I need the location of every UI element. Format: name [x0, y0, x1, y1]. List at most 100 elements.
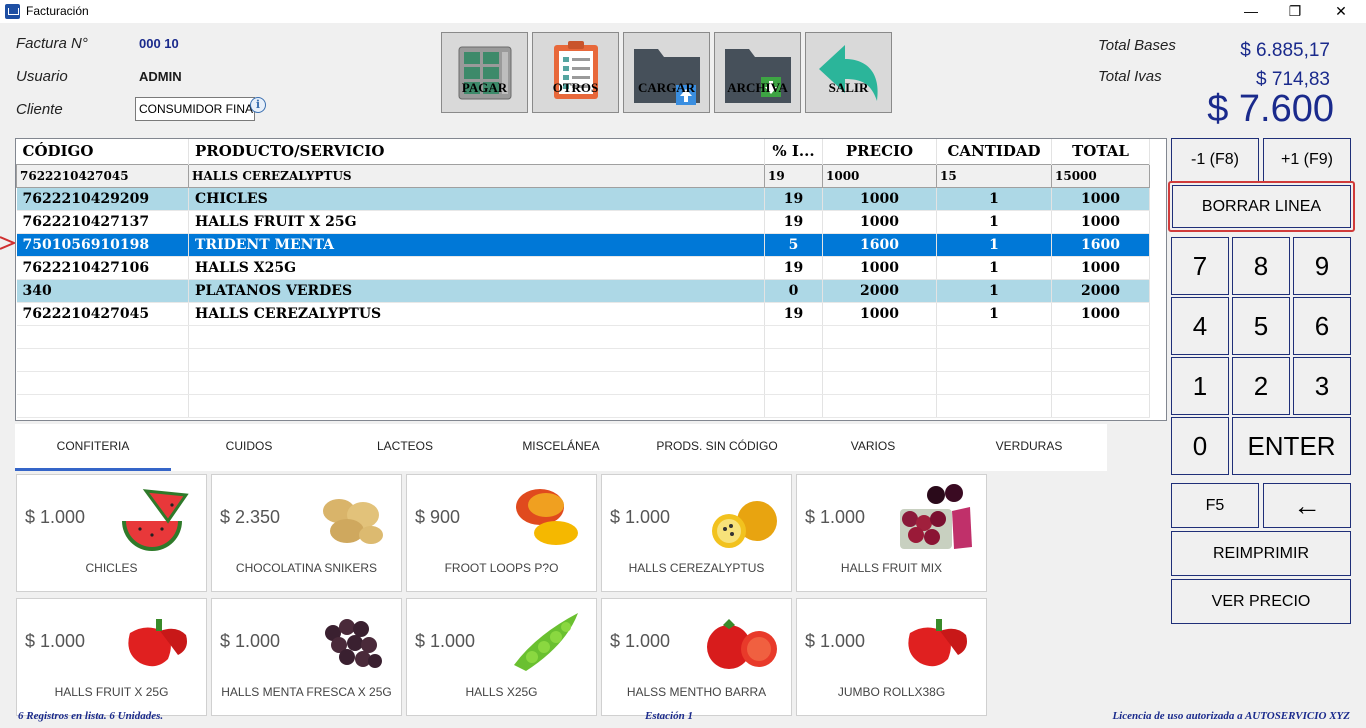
tab-confiteria[interactable]: CONFITERIA: [15, 424, 171, 471]
cell-precio: 1000: [822, 187, 937, 211]
product-name: JUMBO ROLLX38G: [837, 685, 946, 699]
status-license: Licencia de uso autorizada a AUTOSERVICI…: [1112, 710, 1350, 722]
invoice-grid[interactable]: CÓDIGO PRODUCTO/SERVICIO % I... PRECIO C…: [15, 138, 1167, 421]
cell-producto: TRIDENT MENTA: [188, 233, 765, 257]
col-iva[interactable]: % I...: [764, 139, 823, 164]
cargar-button[interactable]: CARGAR: [623, 32, 710, 113]
cell-total: 1000: [1051, 210, 1150, 234]
product-card[interactable]: $ 2.350 CHOCOLATINA SNIKERS: [211, 474, 402, 592]
folder-upload-icon: [634, 49, 700, 105]
tab-sin-codigo[interactable]: PRODS. SIN CÓDIGO: [639, 424, 795, 471]
col-total[interactable]: TOTAL: [1051, 139, 1150, 164]
product-card[interactable]: $ 1.000 HALLS CEREZALYPTUS: [601, 474, 792, 592]
table-row-selected[interactable]: 7501056910198 TRIDENT MENTA 5 1600 1 160…: [16, 233, 1150, 257]
product-card[interactable]: $ 1.000 HALLS MENTA FRESCA X 25G: [211, 598, 402, 716]
key-2[interactable]: 2: [1232, 357, 1290, 415]
salir-label: SALIR: [828, 80, 869, 95]
total-bases-value: $ 6.885,17: [1240, 40, 1330, 61]
tab-miscelanea[interactable]: MISCELÁNEA: [483, 424, 639, 471]
info-icon[interactable]: i: [250, 97, 266, 113]
product-card[interactable]: $ 1.000 HALLS FRUIT X 25G: [16, 598, 207, 716]
cliente-label: Cliente: [16, 101, 63, 118]
grid-edit-row[interactable]: 7622210427045 HALLS CEREZALYPTUS 19 1000…: [16, 163, 1150, 188]
product-price: $ 900: [415, 507, 461, 527]
table-row[interactable]: 7622210427045 HALLS CEREZALYPTUS 19 1000…: [16, 302, 1150, 326]
product-card[interactable]: $ 900 FROOT LOOPS P?O: [406, 474, 597, 592]
edit-producto[interactable]: HALLS CEREZALYPTUS: [188, 163, 765, 188]
product-card[interactable]: $ 1.000 HALSS MENTHO BARRA: [601, 598, 792, 716]
col-precio[interactable]: PRECIO: [822, 139, 937, 164]
key-9[interactable]: 9: [1293, 237, 1351, 295]
cell-iva: 19: [764, 256, 823, 280]
key-1[interactable]: 1: [1171, 357, 1229, 415]
backspace-button[interactable]: ←: [1263, 483, 1351, 528]
table-row[interactable]: 340 PLATANOS VERDES 0 2000 1 2000: [16, 279, 1150, 303]
key-6[interactable]: 6: [1293, 297, 1351, 355]
cell-producto: HALLS CEREZALYPTUS: [188, 302, 765, 326]
usuario-label: Usuario: [16, 68, 68, 85]
status-station: Estación 1: [645, 710, 693, 722]
table-row[interactable]: 7622210429209 CHICLES 19 1000 1 1000: [16, 187, 1150, 211]
restore-button[interactable]: ❐: [1272, 0, 1318, 23]
edit-total[interactable]: 15000: [1051, 163, 1150, 188]
product-name: HALLS FRUIT MIX: [840, 561, 943, 575]
product-card[interactable]: $ 1.000 JUMBO ROLLX38G: [796, 598, 987, 716]
passion-fruit-icon: [712, 501, 777, 548]
cell-producto: HALLS X25G: [188, 256, 765, 280]
tab-lacteos[interactable]: LACTEOS: [327, 424, 483, 471]
cell-codigo: 7622210429209: [16, 187, 189, 211]
enter-button[interactable]: ENTER: [1232, 417, 1351, 475]
edit-codigo[interactable]: 7622210427045: [16, 163, 189, 188]
product-price: $ 1.000: [610, 631, 671, 651]
close-button[interactable]: ✕: [1318, 0, 1364, 23]
plus-one-button[interactable]: +1 (F9): [1263, 138, 1351, 182]
edit-iva[interactable]: 19: [764, 163, 823, 188]
cell-cantidad: 1: [936, 233, 1052, 257]
f5-button[interactable]: F5: [1171, 483, 1259, 528]
table-row[interactable]: 7622210427137 HALLS FRUIT X 25G 19 1000 …: [16, 210, 1150, 234]
col-cantidad[interactable]: CANTIDAD: [936, 139, 1052, 164]
total-bases-label: Total Bases: [1098, 37, 1176, 54]
empty-row: [16, 371, 1150, 395]
key-5[interactable]: 5: [1232, 297, 1290, 355]
archiva-button[interactable]: ARCHIVA: [714, 32, 801, 113]
product-card[interactable]: $ 1.000 HALLS X25G: [406, 598, 597, 716]
minus-one-button[interactable]: -1 (F8): [1171, 138, 1259, 182]
product-card[interactable]: $ 1.000 CHICLES: [16, 474, 207, 592]
cell-precio: 1000: [822, 256, 937, 280]
cliente-input[interactable]: CONSUMIDOR FINAL: [135, 97, 255, 121]
tab-varios[interactable]: VARIOS: [795, 424, 951, 471]
key-8[interactable]: 8: [1232, 237, 1290, 295]
cell-iva: 0: [764, 279, 823, 303]
key-7[interactable]: 7: [1171, 237, 1229, 295]
product-name: HALSS MENTHO BARRA: [626, 685, 767, 699]
usuario-value: ADMIN: [139, 69, 182, 84]
peas-icon: [514, 613, 578, 671]
table-row[interactable]: 7622210427106 HALLS X25G 19 1000 1 1000: [16, 256, 1150, 280]
key-4[interactable]: 4: [1171, 297, 1229, 355]
product-name: HALLS FRUIT X 25G: [54, 685, 169, 699]
product-name: FROOT LOOPS P?O: [444, 561, 559, 575]
key-0[interactable]: 0: [1171, 417, 1229, 475]
ver-precio-button[interactable]: VER PRECIO: [1171, 579, 1351, 624]
edit-precio[interactable]: 1000: [822, 163, 937, 188]
product-name: CHOCOLATINA SNIKERS: [235, 561, 378, 575]
minimize-button[interactable]: —: [1228, 0, 1274, 23]
edit-cantidad[interactable]: 15: [936, 163, 1052, 188]
tab-verduras[interactable]: VERDURAS: [951, 424, 1107, 471]
watermelon-icon: [122, 489, 189, 551]
salir-button[interactable]: SALIR: [805, 32, 892, 113]
borrar-linea-button[interactable]: BORRAR LINEA: [1172, 185, 1351, 228]
cell-total: 1000: [1051, 302, 1150, 326]
product-card[interactable]: $ 1.000 HALLS FRUIT MIX: [796, 474, 987, 592]
factura-label: Factura N°: [16, 35, 88, 52]
pagar-button[interactable]: PAGAR: [441, 32, 528, 113]
window-title: Facturación: [26, 4, 89, 18]
key-3[interactable]: 3: [1293, 357, 1351, 415]
col-producto[interactable]: PRODUCTO/SERVICIO: [188, 139, 765, 164]
col-codigo[interactable]: CÓDIGO: [16, 139, 189, 164]
tab-cuidos[interactable]: CUIDOS: [171, 424, 327, 471]
cell-producto: CHICLES: [188, 187, 765, 211]
reimprimir-button[interactable]: REIMPRIMIR: [1171, 531, 1351, 576]
otros-button[interactable]: OTROS: [532, 32, 619, 113]
